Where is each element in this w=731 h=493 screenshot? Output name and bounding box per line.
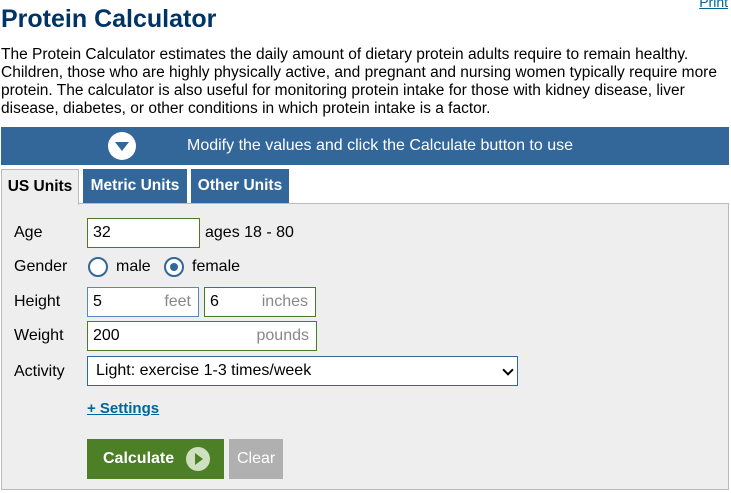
weight-label: Weight — [14, 327, 64, 344]
height-label: Height — [14, 293, 61, 310]
activity-label: Activity — [14, 363, 65, 380]
tab-metric-units[interactable]: Metric Units — [83, 169, 187, 203]
weight-input[interactable]: 200 pounds — [87, 321, 317, 351]
tab-us-units[interactable]: US Units — [1, 169, 79, 205]
chevron-down-circle-icon — [108, 132, 136, 160]
settings-link[interactable]: + Settings — [87, 400, 159, 417]
height-feet-input[interactable]: 5 feet — [87, 287, 199, 317]
weight-value: 200 — [93, 327, 120, 344]
gender-male-label[interactable]: male — [116, 257, 151, 277]
height-inches-value: 6 — [210, 293, 219, 310]
activity-select[interactable]: Light: exercise 1-3 times/week — [87, 356, 518, 386]
height-feet-unit: feet — [164, 293, 191, 310]
gender-label: Gender — [14, 258, 68, 275]
page-title: Protein Calculator — [1, 5, 217, 33]
height-inches-unit: inches — [261, 293, 308, 310]
play-circle-icon — [186, 447, 210, 471]
tab-other-units[interactable]: Other Units — [191, 169, 289, 203]
age-value: 32 — [93, 224, 111, 241]
gender-female-radio[interactable] — [164, 257, 184, 277]
age-input[interactable]: 32 — [87, 218, 200, 248]
calculate-button-label: Calculate — [103, 450, 175, 467]
print-link[interactable]: Print — [699, 0, 728, 10]
banner-text: Modify the values and click the Calculat… — [187, 137, 573, 154]
age-range-hint: ages 18 - 80 — [205, 224, 294, 241]
height-inches-input[interactable]: 6 inches — [204, 287, 316, 317]
weight-unit: pounds — [256, 327, 310, 344]
gender-male-radio[interactable] — [88, 257, 108, 277]
activity-selected-value: Light: exercise 1-3 times/week — [96, 362, 312, 379]
gender-female-label[interactable]: female — [192, 257, 240, 277]
intro-text: The Protein Calculator estimates the dai… — [1, 46, 717, 117]
clear-button-label: Clear — [237, 450, 276, 467]
age-label: Age — [14, 224, 43, 241]
clear-button[interactable]: Clear — [229, 439, 283, 479]
height-feet-value: 5 — [93, 293, 102, 310]
calculate-button[interactable]: Calculate — [87, 439, 224, 479]
chevron-down-icon — [502, 364, 514, 376]
instruction-banner: Modify the values and click the Calculat… — [1, 127, 729, 165]
